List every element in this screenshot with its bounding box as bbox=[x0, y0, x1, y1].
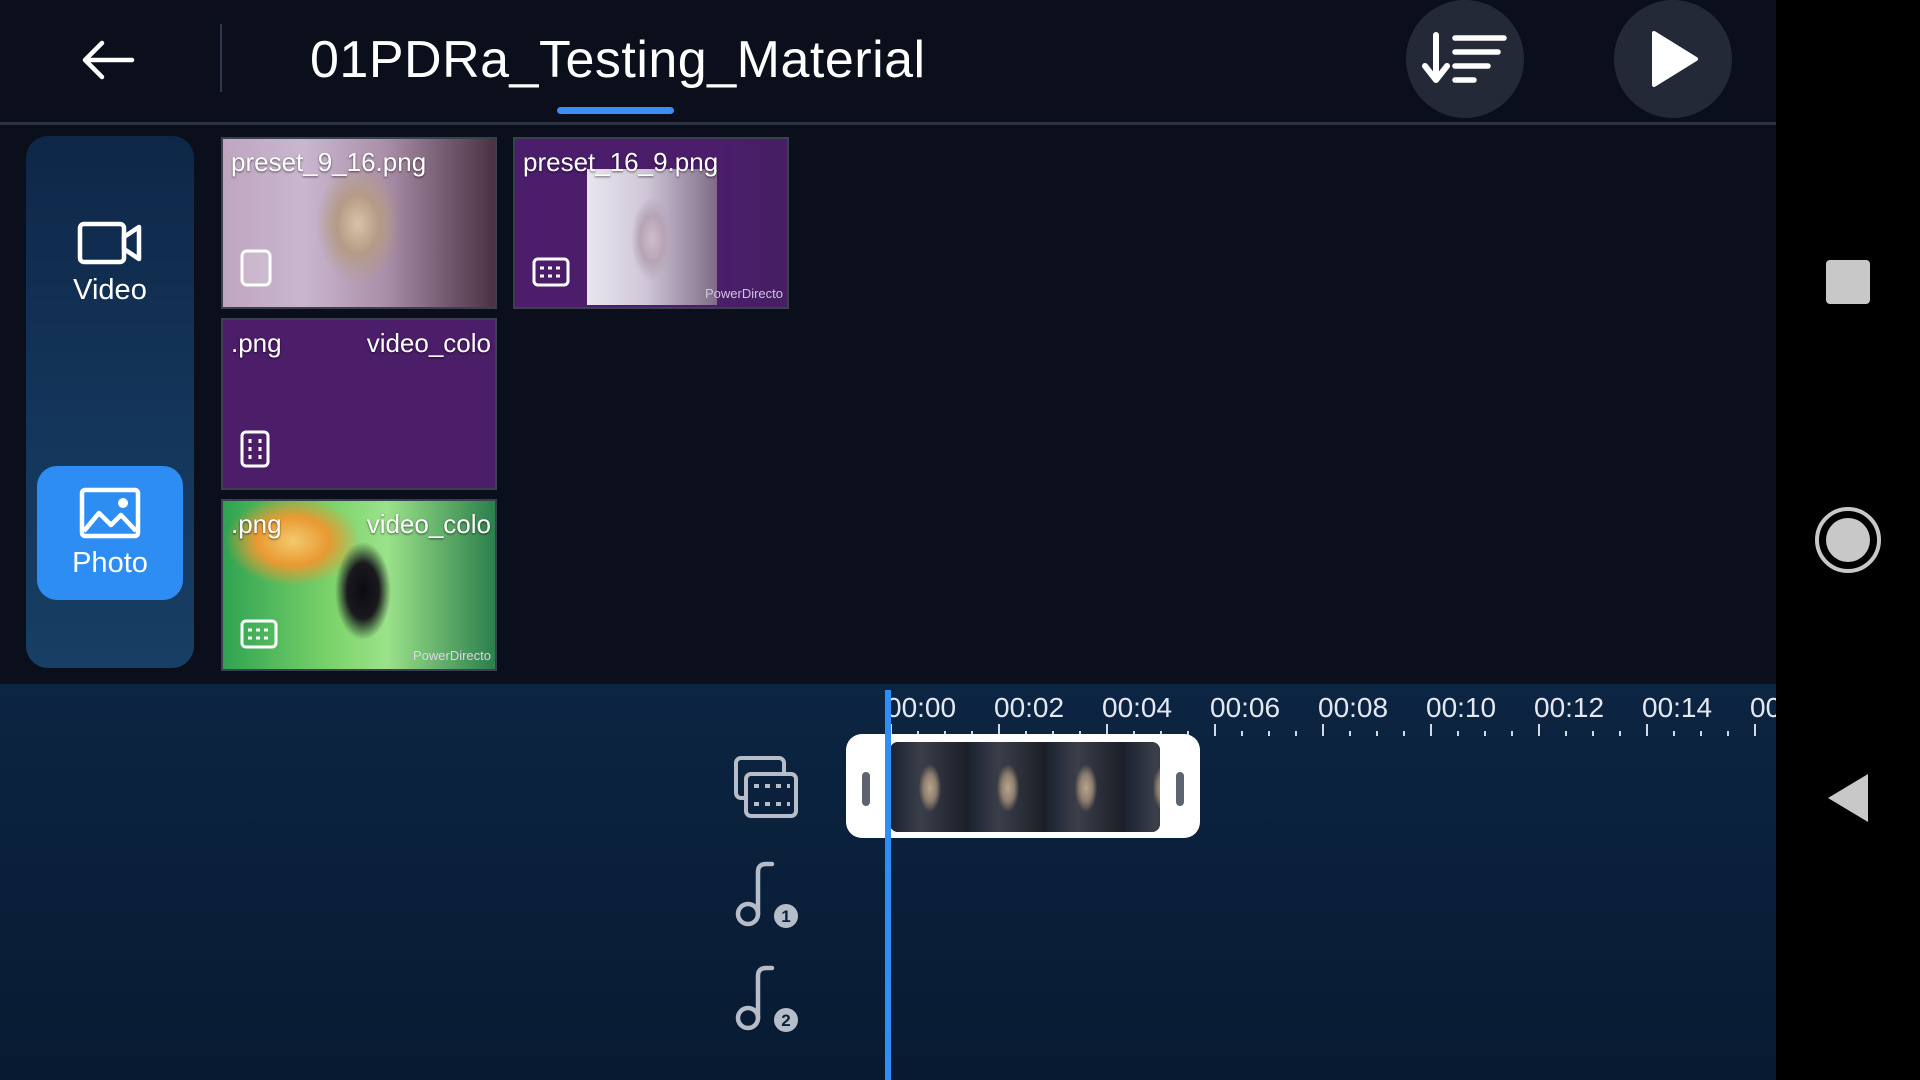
ruler-minor-tick bbox=[1295, 731, 1297, 736]
page-title: 01PDRa_Testing_Material bbox=[310, 31, 926, 89]
play-icon bbox=[1652, 31, 1698, 87]
landscape-ratio-icon bbox=[239, 618, 279, 655]
recents-button[interactable] bbox=[1776, 258, 1920, 306]
music-track-2-icon: 2 bbox=[735, 965, 798, 1032]
ruler-label: 00:02 bbox=[994, 692, 1065, 723]
media-filename: .png bbox=[231, 509, 282, 539]
ruler-label: 00:08 bbox=[1318, 692, 1389, 723]
ruler-major-tick bbox=[1646, 724, 1648, 736]
back-triangle-icon bbox=[1828, 774, 1868, 822]
video-clip[interactable] bbox=[846, 734, 1200, 838]
ruler-minor-tick bbox=[1241, 731, 1243, 736]
music-track-1-icon: 1 bbox=[735, 861, 798, 928]
media-type-video-label: Video bbox=[73, 273, 147, 306]
ruler-major-tick bbox=[1430, 724, 1432, 736]
ruler-label: 00:14 bbox=[1642, 692, 1713, 723]
ruler-minor-tick bbox=[1349, 731, 1351, 736]
ruler-minor-tick bbox=[1727, 731, 1729, 736]
ruler-minor-tick bbox=[1619, 731, 1621, 736]
sort-button[interactable] bbox=[1406, 0, 1524, 118]
media-filename-secondary: video_colo bbox=[366, 328, 491, 358]
ruler-minor-tick bbox=[1673, 731, 1675, 736]
ruler-label: 00:10 bbox=[1426, 692, 1497, 723]
ruler-major-tick bbox=[1538, 724, 1540, 736]
clip-left-handle[interactable] bbox=[862, 772, 870, 806]
playhead[interactable] bbox=[885, 690, 891, 1080]
media-type-video[interactable]: Video bbox=[37, 196, 183, 330]
landscape-ratio-icon bbox=[531, 256, 571, 293]
header-bar: 01PDRa_Testing_Material bbox=[0, 0, 1776, 125]
music-track-1-button[interactable]: 1 bbox=[728, 860, 804, 930]
title-underline bbox=[557, 107, 674, 114]
video-track-button[interactable] bbox=[728, 754, 804, 820]
media-type-panel: Video Photo bbox=[26, 136, 194, 668]
play-button[interactable] bbox=[1614, 0, 1732, 118]
sort-icon bbox=[1422, 32, 1507, 83]
media-thumbnail[interactable]: preset_9_16.png bbox=[221, 137, 497, 309]
ruler-minor-tick bbox=[1376, 731, 1378, 736]
ruler-label: 00:12 bbox=[1534, 692, 1605, 723]
home-button[interactable] bbox=[1776, 505, 1920, 575]
media-thumbnail[interactable]: preset_16_9.png PowerDirecto bbox=[513, 137, 789, 309]
watermark-text: PowerDirecto bbox=[704, 286, 783, 301]
clip-frame bbox=[1046, 742, 1124, 832]
ruler-minor-tick bbox=[1700, 731, 1702, 736]
ruler-minor-tick bbox=[1565, 731, 1567, 736]
app-window: 01PDRa_Testing_Material Video Photo pres… bbox=[0, 0, 1776, 1080]
ruler-minor-tick bbox=[1511, 731, 1513, 736]
media-filename: preset_9_16.png bbox=[231, 147, 427, 177]
back-button[interactable] bbox=[70, 28, 146, 92]
media-filename: preset_16_9.png bbox=[523, 147, 719, 177]
back-arrow-icon bbox=[82, 40, 135, 80]
portrait-ratio-icon bbox=[239, 248, 273, 293]
clip-frame bbox=[968, 742, 1046, 832]
ruler-minor-tick bbox=[1268, 731, 1270, 736]
clip-frames bbox=[890, 742, 1160, 832]
media-thumbnail[interactable]: .png video_colo bbox=[221, 318, 497, 490]
watermark-text: PowerDirecto bbox=[412, 648, 491, 663]
ruler-label: 00:04 bbox=[1102, 692, 1173, 723]
ruler-major-tick bbox=[1754, 724, 1756, 736]
media-type-photo-label: Photo bbox=[72, 546, 148, 579]
back-nav-button[interactable] bbox=[1776, 772, 1920, 824]
clip-frame bbox=[1124, 742, 1160, 832]
ruler-label: 00:00 bbox=[886, 692, 957, 723]
ruler-label: 00:06 bbox=[1210, 692, 1281, 723]
track-number-2: 2 bbox=[781, 1011, 790, 1030]
thumbnail-image bbox=[587, 169, 717, 305]
video-camera-icon bbox=[77, 221, 142, 264]
media-filename-secondary: video_colo bbox=[366, 509, 491, 539]
clip-right-handle[interactable] bbox=[1176, 772, 1184, 806]
ruler-major-tick bbox=[1322, 724, 1324, 736]
ruler-minor-tick bbox=[1403, 731, 1405, 736]
video-track-icon bbox=[734, 756, 798, 818]
clip-frame bbox=[890, 742, 968, 832]
ruler-minor-tick bbox=[1592, 731, 1594, 736]
track-number-1: 1 bbox=[781, 907, 790, 926]
portrait-ratio-icon bbox=[239, 429, 271, 474]
ruler-label: 00 bbox=[1750, 692, 1776, 723]
media-thumbnail[interactable]: .png video_colo PowerDirecto bbox=[221, 499, 497, 671]
media-filename: .png bbox=[231, 328, 282, 358]
music-track-2-button[interactable]: 2 bbox=[728, 964, 804, 1034]
header-divider bbox=[220, 24, 222, 92]
recents-square-icon bbox=[1826, 260, 1870, 304]
home-circle-icon bbox=[1815, 507, 1881, 573]
ruler-minor-tick bbox=[1484, 731, 1486, 736]
ruler-major-tick bbox=[1214, 724, 1216, 736]
image-icon bbox=[79, 487, 141, 538]
media-type-photo[interactable]: Photo bbox=[37, 466, 183, 600]
ruler-minor-tick bbox=[1457, 731, 1459, 736]
system-nav-bar bbox=[1776, 0, 1920, 1080]
